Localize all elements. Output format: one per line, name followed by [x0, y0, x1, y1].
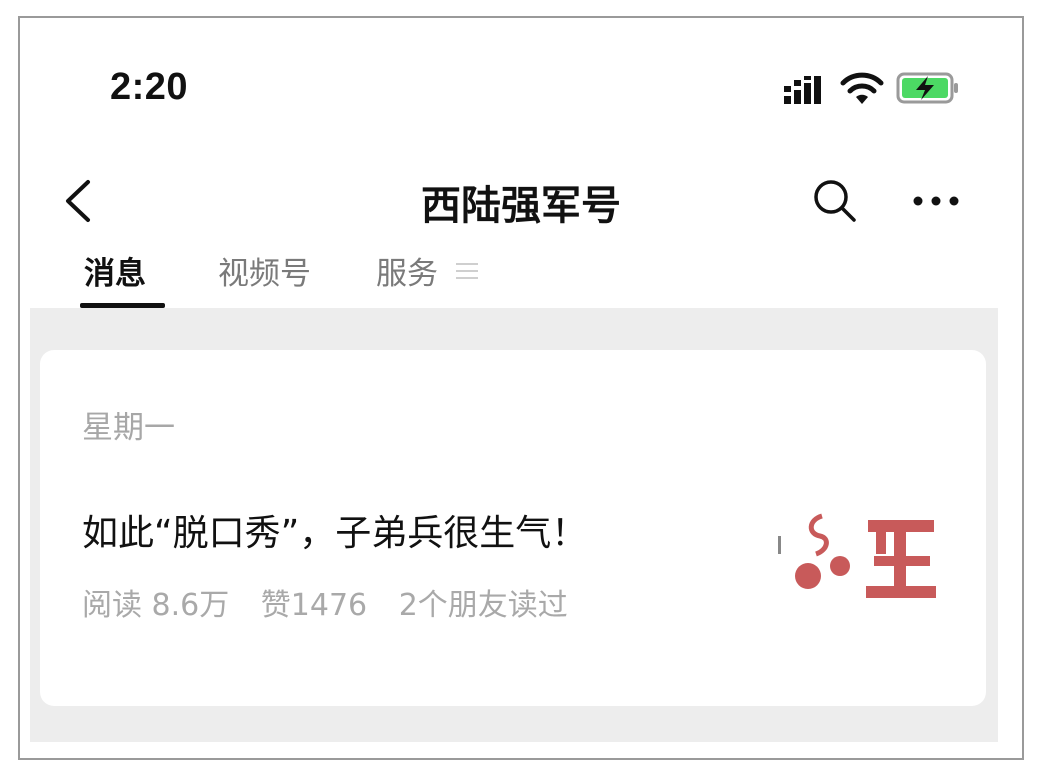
article-friends-read: 2个朋友读过 [398, 588, 568, 623]
tab-messages[interactable]: 消息 [84, 248, 146, 293]
status-time: 2:20 [110, 66, 189, 108]
back-button[interactable] [58, 176, 98, 226]
status-bar: 2:20 [20, 18, 1022, 148]
message-card: 星期一 如此“脱口秀”，子弟兵很生气！ 阅读 8.6万 赞1476 2个朋友读过 [40, 350, 986, 706]
menu-lines-icon[interactable] [456, 260, 478, 282]
article-item[interactable]: 如此“脱口秀”，子弟兵很生气！ 阅读 8.6万 赞1476 2个朋友读过 [40, 490, 986, 630]
more-dots-icon[interactable] [910, 184, 962, 218]
article-title[interactable]: 如此“脱口秀”，子弟兵很生气！ [82, 504, 587, 556]
cellular-signal-icon [784, 76, 821, 104]
tab-channels[interactable]: 视频号 [218, 248, 311, 293]
wifi-icon [840, 72, 884, 104]
article-like-count: 赞1476 [260, 588, 368, 623]
article-thumbnail[interactable] [778, 502, 948, 610]
phone-screen: 2:20 西陆强军号 消息 视频号 服务 星期一 如此“脱口秀”，子弟兵很生气！… [18, 16, 1024, 760]
message-date: 星期一 [82, 410, 175, 446]
search-icon[interactable] [810, 176, 860, 226]
article-meta: 阅读 8.6万 赞1476 2个朋友读过 [82, 580, 590, 624]
article-read-count: 阅读 8.6万 [82, 588, 230, 623]
page-title: 西陆强军号 [421, 183, 621, 229]
tab-services[interactable]: 服务 [376, 248, 438, 293]
battery-charging-icon [896, 72, 958, 104]
message-feed: 星期一 如此“脱口秀”，子弟兵很生气！ 阅读 8.6万 赞1476 2个朋友读过 [30, 308, 998, 742]
